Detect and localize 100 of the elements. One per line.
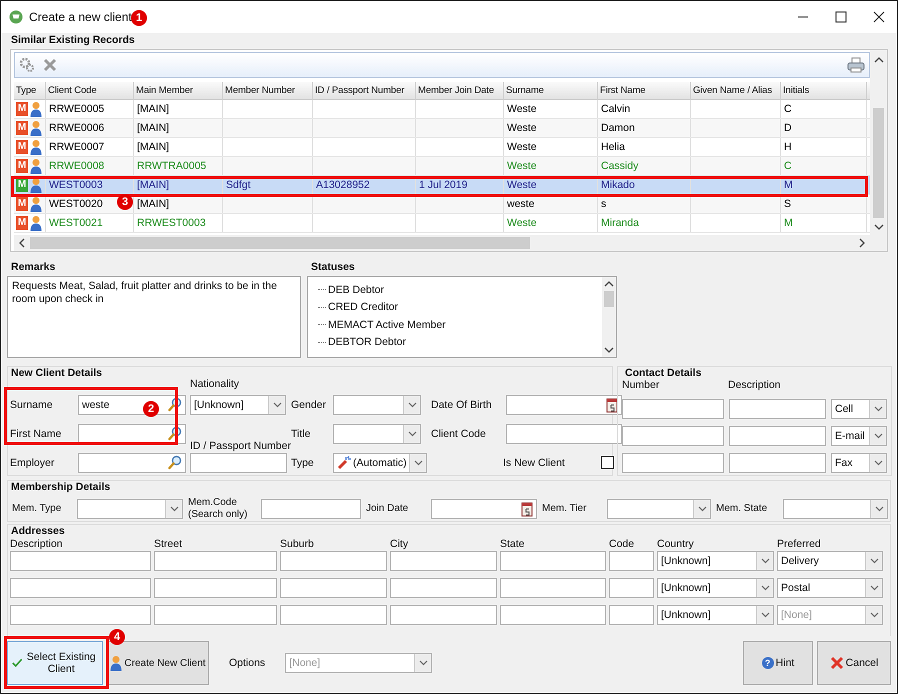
field-label: Date Of Birth [431, 398, 493, 410]
table-cell: [MAIN] [134, 100, 223, 118]
field-label: Title [291, 428, 312, 440]
column-label: Preferred [777, 538, 822, 550]
column-label: Description [10, 538, 64, 550]
table-cell: [MAIN] [134, 176, 223, 194]
field-label: Employer [10, 456, 56, 468]
section-title: Similar Existing Records [10, 33, 136, 48]
cancel-button[interactable]: Cancel [817, 641, 891, 685]
contact-type-dropdown[interactable]: E-mail [831, 426, 887, 446]
table-cell: Weste [504, 176, 598, 194]
type-dropdown[interactable]: (Automatic) [333, 452, 427, 472]
column-header[interactable]: Type [14, 82, 46, 99]
section-title: Statuses [310, 260, 356, 275]
field-label: Nationality [190, 378, 240, 390]
table-cell: Cassidy [598, 157, 691, 175]
field-label: Is New Client [503, 456, 565, 468]
remarks-field[interactable]: Requests Meat, Salad, fruit platter and drinks to be in the room upon check in [7, 276, 301, 358]
status-item[interactable]: DEB Debtor [328, 284, 384, 296]
table-cell: 1 Jul 2019 [416, 176, 504, 194]
table-cell: RRWE0006 [46, 119, 134, 137]
member-badge: M [16, 216, 28, 230]
table-cell: D [781, 119, 867, 137]
field-label: Mem. Tier [541, 503, 588, 515]
contact-type-dropdown[interactable]: Cell [831, 399, 887, 419]
column-header[interactable]: First Name [598, 82, 691, 99]
table-row[interactable]: M RRWE0008 RRWTRA0005 Weste Cassidy C [14, 157, 870, 176]
field-label: Options [229, 657, 266, 669]
table-cell: M [781, 214, 867, 232]
contact-type-dropdown[interactable]: Fax [831, 453, 887, 473]
member-badge: M [16, 178, 28, 192]
table-cell: Sdfgt [223, 176, 313, 194]
table-cell: weste [504, 195, 598, 213]
table-cell: [MAIN] [134, 195, 223, 213]
callout-badge: 4 [109, 629, 125, 645]
table-cell: A13028952 [313, 176, 416, 194]
table-cell: Helia [598, 138, 691, 156]
status-item[interactable]: CRED Creditor [328, 301, 398, 314]
table-cell: Weste [504, 100, 598, 118]
table-row[interactable]: M RRWE0007 [MAIN] Weste Helia H [14, 138, 870, 157]
column-label: Code [609, 538, 636, 550]
table-cell: Weste [504, 214, 598, 232]
table-cell: WEST0021 [46, 214, 134, 232]
country-dropdown[interactable]: [Unknown] [657, 551, 774, 571]
country-dropdown[interactable]: [Unknown] [657, 605, 774, 625]
table-cell: RRWEST0003 [134, 214, 223, 232]
column-header[interactable]: Surname [504, 82, 598, 99]
table-cell: Weste [504, 119, 598, 137]
table-cell: Weste [504, 157, 598, 175]
table-cell: Mikado [598, 176, 691, 194]
nationality-dropdown[interactable]: [Unknown] [190, 394, 286, 414]
column-header[interactable]: Client Code [46, 82, 134, 99]
status-item[interactable]: DEBTOR Debtor [328, 336, 406, 348]
field-label: First Name [10, 428, 62, 440]
column-label: Number [622, 379, 660, 392]
column-header[interactable]: Member Number [223, 82, 313, 99]
group-title: Addresses [10, 525, 66, 538]
column-label: Description [728, 379, 781, 392]
table-row[interactable]: M RRWE0005 [MAIN] Weste Calvin C [14, 100, 870, 119]
table-cell: Miranda [598, 214, 691, 232]
table-cell: s [598, 195, 691, 213]
country-dropdown[interactable]: [Unknown] [657, 578, 774, 598]
column-header[interactable]: Given Name / Alias [691, 82, 781, 99]
preferred-dropdown[interactable]: Delivery [777, 551, 883, 571]
table-row[interactable]: M RRWE0006 [MAIN] Weste Damon D [14, 119, 870, 138]
member-badge: M [16, 121, 28, 135]
table-cell: C [781, 157, 867, 175]
field-label: Gender [291, 398, 328, 410]
field-label: Client Code [431, 428, 487, 440]
hint-button[interactable]: ? Hint [743, 641, 813, 685]
column-label: Suburb [280, 538, 315, 550]
field-label: Join Date [365, 503, 410, 515]
column-header[interactable]: Member Join Date [416, 82, 504, 99]
create-client-button[interactable]: Create New Client [107, 641, 209, 685]
column-header[interactable]: ID / Passport Number [313, 82, 416, 99]
table-cell: [MAIN] [134, 138, 223, 156]
field-label: Mem.Code (Search only) [187, 497, 248, 521]
column-header[interactable]: Main Member [134, 82, 223, 99]
field-label: Surname [10, 398, 54, 410]
table-cell: M [781, 176, 867, 194]
column-header[interactable]: Initials [781, 82, 867, 99]
column-label: Country [657, 538, 695, 550]
member-badge: M [16, 102, 28, 116]
field-label: Type [291, 456, 315, 468]
column-label: State [500, 538, 526, 550]
section-title: Remarks [10, 260, 56, 275]
member-badge: M [16, 197, 28, 211]
table-cell: C [781, 100, 867, 118]
field-label: Mem. Type [11, 503, 62, 515]
select-client-button[interactable]: Select Existing Client [7, 641, 103, 685]
help-icon: ? [762, 657, 774, 669]
column-label: Street [154, 538, 184, 550]
table-cell: RRWE0007 [46, 138, 134, 156]
table-row[interactable]: M WEST0021 RRWEST0003 Weste Miranda M [14, 214, 870, 233]
table-cell: S [781, 195, 867, 213]
group-title: Membership Details [10, 481, 112, 494]
preferred-dropdown[interactable]: Postal [777, 578, 883, 598]
table-cell: [MAIN] [134, 119, 223, 137]
window-title: Create a new client [29, 10, 132, 24]
status-item[interactable]: MEMACT Active Member [328, 318, 446, 331]
